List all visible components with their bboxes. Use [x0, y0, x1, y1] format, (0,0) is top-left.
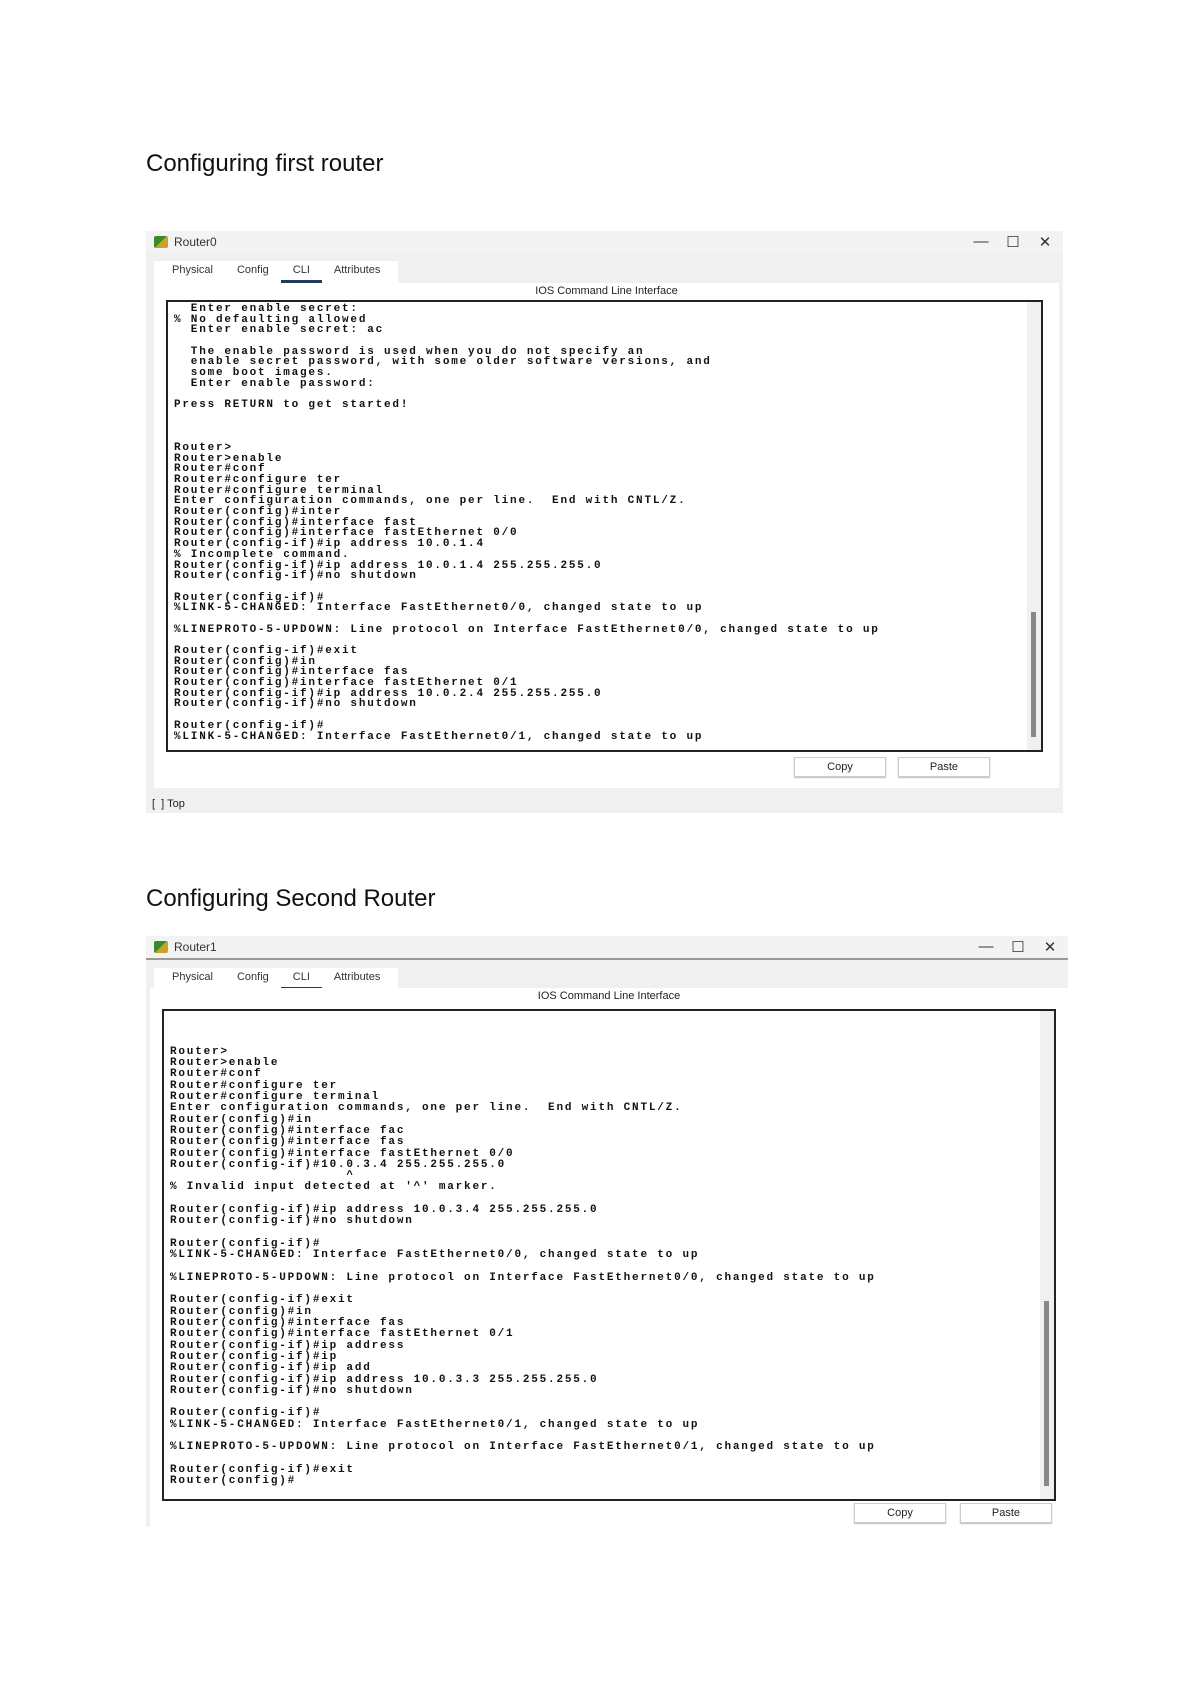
router-icon — [154, 236, 168, 248]
maximize-button[interactable]: ☐ — [1008, 938, 1028, 956]
cli-terminal[interactable]: Router> Router>enable Router#conf Router#co… — [162, 1009, 1056, 1501]
window-title: Router0 — [174, 235, 217, 249]
router1-window: Router1 — ☐ ✕ Physical Config CLI Attrib… — [146, 936, 1068, 1527]
paste-button[interactable]: Paste — [960, 1503, 1052, 1523]
terminal-line: %LINEPROTO-5-UPDOWN: Line protocol on In… — [170, 1441, 876, 1454]
copy-button[interactable]: Copy — [794, 757, 886, 777]
cli-label: IOS Command Line Interface — [535, 285, 678, 297]
cli-terminal[interactable]: Enter enable secret:% No defaulting allo… — [166, 300, 1043, 752]
terminal-line: % Invalid input detected at '^' marker. — [170, 1181, 498, 1194]
terminal-line: Enter enable password: — [174, 377, 376, 390]
terminal-line: Enter enable secret: ac — [174, 324, 385, 337]
tab-attributes[interactable]: Attributes — [322, 968, 392, 990]
tab-attributes[interactable]: Attributes — [322, 261, 392, 283]
terminal-line: Router(config-if)# — [174, 719, 326, 732]
terminal-line: %LINEPROTO-5-UPDOWN: Line protocol on In… — [174, 623, 880, 636]
terminal-line: Router(config)#interface fastEthernet 0/… — [170, 1328, 515, 1341]
cli-panel: IOS Command Line Interface Router> Router… — [150, 988, 1068, 1527]
terminal-line: Enter configuration commands, one per li… — [170, 1102, 683, 1115]
router0-window: Router0 — ☐ ✕ Physical Config CLI Attrib… — [146, 231, 1063, 813]
terminal-line: Router(config-if)# — [170, 1407, 322, 1420]
maximize-button[interactable]: ☐ — [1003, 233, 1023, 251]
terminal-line: Router(config)#interface fas — [170, 1136, 406, 1149]
close-button[interactable]: ✕ — [1040, 938, 1060, 956]
router-icon — [154, 941, 168, 953]
tab-physical[interactable]: Physical — [160, 261, 225, 283]
terminal-output: Router> Router>enable Router#conf Router#co… — [170, 1013, 876, 1487]
terminal-line: Router>enable — [170, 1057, 280, 1070]
minimize-button[interactable]: — — [976, 938, 996, 955]
terminal-line: Router(config)# — [170, 1475, 297, 1488]
tab-config[interactable]: Config — [225, 261, 281, 283]
terminal-line: %LINK-5-CHANGED: Interface FastEthernet0… — [170, 1249, 700, 1262]
tab-bar: Physical Config CLI Attributes — [154, 968, 399, 990]
top-checkbox[interactable]: [ ] Top — [152, 798, 185, 810]
copy-button[interactable]: Copy — [854, 1503, 946, 1523]
close-button[interactable]: ✕ — [1035, 233, 1055, 251]
terminal-line: Press RETURN to get started! — [174, 399, 410, 412]
tab-cli[interactable]: CLI — [280, 968, 322, 990]
scrollbar-thumb[interactable] — [1031, 612, 1036, 737]
scrollbar-thumb[interactable] — [1044, 1301, 1049, 1486]
terminal-line: Router>enable — [174, 452, 284, 465]
tab-config[interactable]: Config — [225, 968, 281, 990]
minimize-button[interactable]: — — [971, 233, 991, 250]
tab-physical[interactable]: Physical — [160, 968, 225, 990]
terminal-line: Router(config-if)#no shutdown — [170, 1215, 414, 1228]
title-bar: Router0 — ☐ ✕ — [146, 231, 1063, 253]
terminal-output: Enter enable secret:% No defaulting allo… — [174, 304, 880, 742]
paste-button[interactable]: Paste — [898, 757, 990, 777]
title-bar: Router1 — ☐ ✕ — [146, 936, 1068, 960]
cli-panel: IOS Command Line Interface Enter enable … — [154, 283, 1059, 788]
tab-bar: Physical Config CLI Attributes — [154, 261, 399, 283]
scrollbar[interactable] — [1040, 1011, 1054, 1499]
terminal-line: Router(config-if)#ip add — [170, 1362, 372, 1375]
tab-cli[interactable]: CLI — [280, 261, 322, 283]
terminal-line: %LINK-5-CHANGED: Interface FastEthernet0… — [174, 602, 704, 615]
scrollbar[interactable] — [1027, 302, 1041, 750]
terminal-line: %LINEPROTO-5-UPDOWN: Line protocol on In… — [170, 1271, 876, 1284]
heading-first-router: Configuring first router — [146, 150, 384, 177]
terminal-line: %LINK-5-CHANGED: Interface FastEthernet0… — [174, 730, 704, 743]
terminal-line: % Incomplete command. — [174, 548, 351, 561]
terminal-line: Router(config-if)#no shutdown — [174, 570, 418, 583]
terminal-line: Router(config-if)#no shutdown — [174, 698, 418, 711]
terminal-line: Router(config-if)#no shutdown — [170, 1384, 414, 1397]
heading-second-router: Configuring Second Router — [146, 885, 436, 912]
cli-label: IOS Command Line Interface — [537, 990, 681, 1002]
top-label: Top — [167, 798, 185, 810]
window-title: Router1 — [174, 940, 217, 954]
terminal-line: %LINK-5-CHANGED: Interface FastEthernet0… — [170, 1418, 700, 1431]
